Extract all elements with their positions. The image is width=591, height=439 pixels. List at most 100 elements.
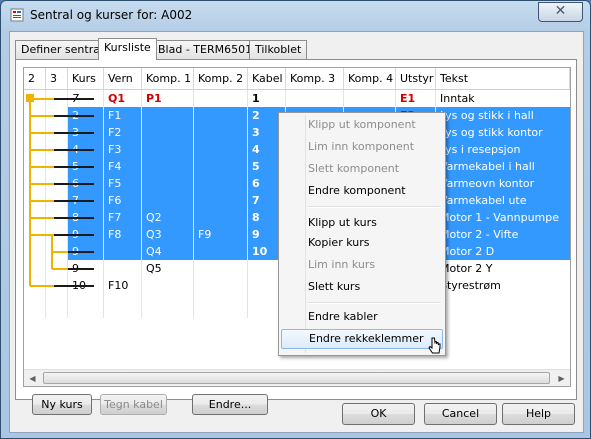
cell-vern: F8 [108,228,122,241]
cell-komp2 [194,243,248,260]
cell-komp2 [194,209,248,226]
header-col-kabel[interactable]: Kabel [248,68,286,90]
menu-item-endre-komponent[interactable]: Endre komponent [281,181,443,201]
cell-tekst: Varmeovn kontor [440,177,535,190]
ok-button[interactable]: OK [342,403,415,425]
menu-item-klipp-ut-kurs[interactable]: Klipp ut kurs [281,213,443,233]
cell-komp2 [194,277,248,294]
header-col-komp3[interactable]: Komp. 3 [286,68,344,90]
cell-tekst: Varmekabel i hall [440,160,535,173]
cell-vern: F7 [108,211,122,224]
menu-item-kopier-kurs[interactable]: Kopier kurs [281,233,443,253]
cell-kurs: 9 [72,245,79,258]
cell-komp1: P1 [146,92,162,105]
tab-definer-sentral[interactable]: Definer sentral [15,40,110,59]
header-col-utstyr[interactable]: Utstyr [396,68,436,90]
cell-tekst: Lys og stikk kontor [440,126,543,139]
cell-kurs: 7 [72,194,79,207]
header-col-komp1[interactable]: Komp. 1 [142,68,194,90]
close-button[interactable]: ✕ [538,2,583,22]
app-icon [10,8,24,22]
cell-komp2 [194,124,248,141]
draw-cable-button[interactable]: Tegn kabel [100,394,167,415]
cell-komp1 [142,141,194,158]
header-col-komp4[interactable]: Komp. 4 [344,68,396,90]
cell-komp1: Q2 [146,211,162,224]
cell-kurs: 2 [72,109,79,122]
scrollbar-thumb[interactable] [43,372,550,384]
tab-blad[interactable]: Blad - TERM6501 [152,40,259,59]
table-row[interactable]: 7 Q1 P1 1 E1 Inntak [24,90,570,107]
cell-vern [104,243,142,260]
header-col-3[interactable]: 3 [46,68,68,90]
cell-komp1: Q4 [146,245,162,258]
cell-vern: F3 [108,143,122,156]
cell-komp2 [194,260,248,277]
context-menu: Klipp ut komponent Lim inn komponent Slett… [278,112,446,356]
menu-item-slett-kurs[interactable]: Slett kurs [281,277,443,297]
window-title: Sentral og kurser for: A002 [30,8,193,22]
cell-kurs: 5 [72,160,79,173]
cell-kurs: 4 [72,143,79,156]
cell-komp1 [142,158,194,175]
menu-item-klipp-ut-komponent[interactable]: Klipp ut komponent [281,115,443,135]
header-col-kurs[interactable]: Kurs [68,68,104,90]
cell-komp1: Q5 [146,262,162,275]
cell-vern: F2 [108,126,122,139]
cell-kurs: 10 [72,279,86,292]
menu-item-endre-rekkeklemmer[interactable]: Endre rekkeklemmer [281,329,443,349]
header-col-2[interactable]: 2 [24,68,46,90]
menu-item-slett-komponent[interactable]: Slett komponent [281,159,443,179]
cell-tekst: Lys i resepsjon [440,143,521,156]
menu-item-endre-kabler[interactable]: Endre kabler [281,307,443,327]
cell-tekst: Motor 1 - Vannpumpe [440,211,560,224]
mouse-pointer-icon [428,337,441,354]
horizontal-scrollbar[interactable]: ◀ ▶ [24,369,570,386]
cell-kurs: 3 [72,126,79,139]
header-col-tekst[interactable]: Tekst [436,68,570,90]
header-col-komp2[interactable]: Komp. 2 [194,68,248,90]
cell-komp1 [142,192,194,209]
cell-komp2 [194,175,248,192]
dialog-window: Sentral og kurser for: A002 ✕ Definer se… [0,0,591,439]
cell-vern [104,260,142,277]
cell-kurs: 6 [72,177,79,190]
cell-vern: F6 [108,194,122,207]
tab-tilkoblet[interactable]: Tilkoblet [249,40,308,59]
column-separator [45,90,46,318]
cell-komp2 [194,158,248,175]
cell-komp1 [142,277,194,294]
column-separator [67,90,68,318]
cell-komp1 [142,124,194,141]
cell-tekst: Styrestrøm [440,279,501,292]
help-button[interactable]: Help [502,403,575,425]
cell-komp1 [142,107,194,124]
menu-separator [308,206,441,208]
column-separator [193,90,194,318]
close-icon: ✕ [554,3,567,19]
menu-item-lim-inn-kurs[interactable]: Lim inn kurs [281,255,443,275]
menu-item-lim-inn-komponent[interactable]: Lim inn komponent [281,137,443,157]
cancel-button[interactable]: Cancel [424,403,497,425]
cell-tekst: Motor 2 - Vifte [440,228,519,241]
cell-komp3 [286,90,344,107]
cell-vern: F5 [108,177,122,190]
cell-utstyr: E1 [400,92,416,105]
edit-button[interactable]: Endre... [192,394,268,415]
menu-separator [308,302,441,304]
cell-kurs: 8 [72,211,79,224]
header-col-vern[interactable]: Vern [104,68,142,90]
new-course-button[interactable]: Ny kurs [32,394,92,415]
cell-kurs: 9 [72,262,79,275]
tab-kursliste[interactable]: Kursliste [98,38,157,60]
column-separator [247,90,248,318]
cell-vern: Q1 [108,92,126,105]
scroll-left-icon[interactable]: ◀ [24,370,41,386]
cell-kurs: 9 [72,228,79,241]
cell-vern: F1 [108,109,122,122]
cell-komp1 [142,175,194,192]
title-bar[interactable]: Sentral og kurser for: A002 ✕ [1,1,590,29]
cell-vern: F4 [108,160,122,173]
scroll-right-icon[interactable]: ▶ [553,370,570,386]
cell-vern: F10 [108,279,129,292]
